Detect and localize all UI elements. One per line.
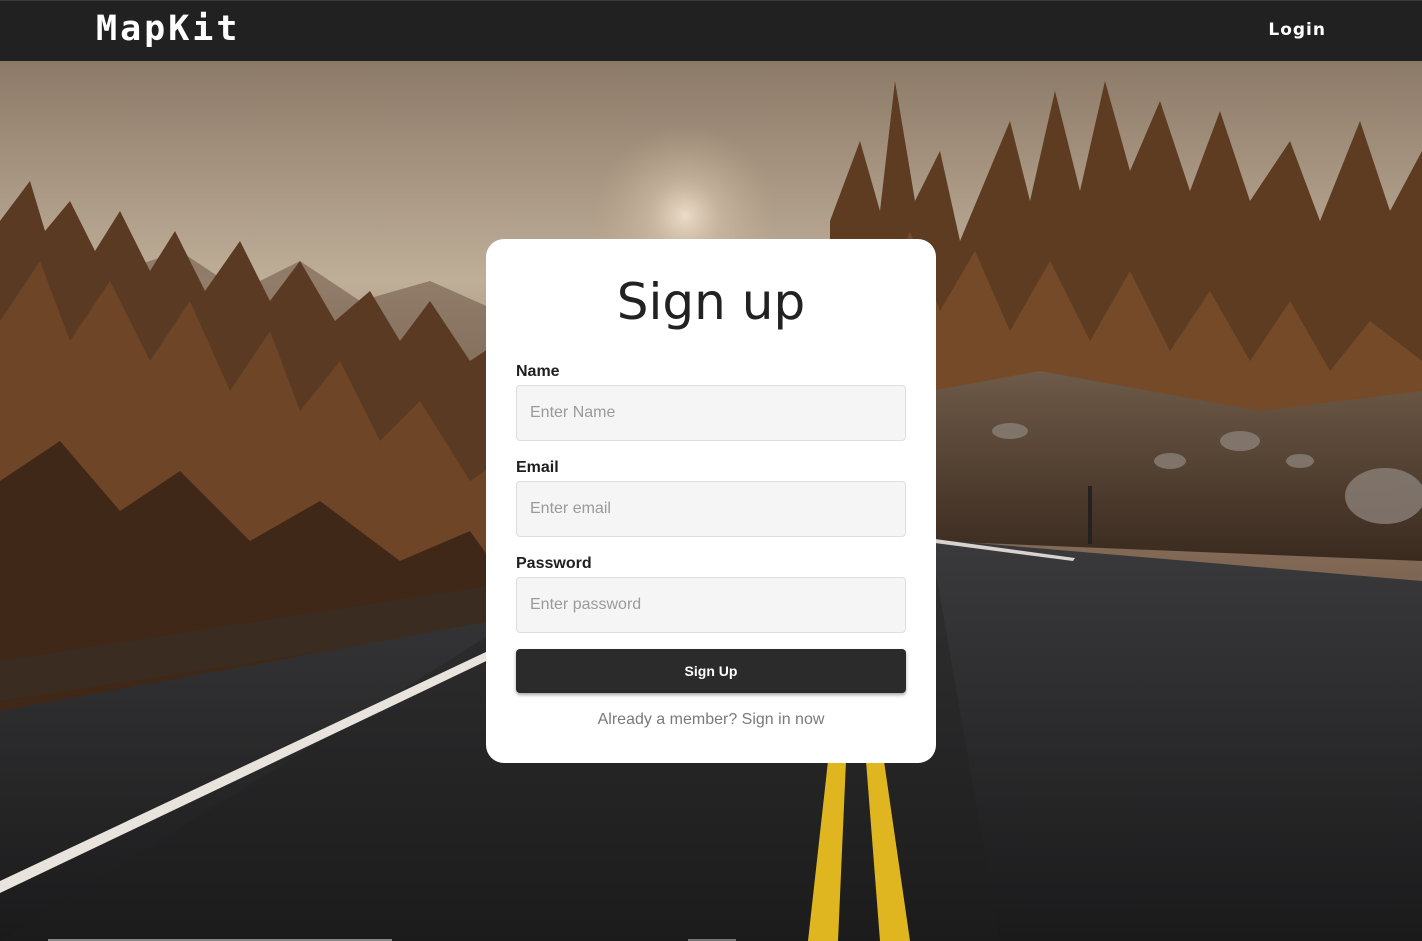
password-input[interactable] [516, 577, 906, 633]
signup-button[interactable]: Sign Up [516, 649, 906, 693]
brand-logo[interactable]: MapKit [96, 9, 240, 49]
email-label: Email [516, 459, 559, 476]
name-input[interactable] [516, 385, 906, 441]
email-input[interactable] [516, 481, 906, 537]
signup-card: Sign up Name Email Password Sign Up Alre… [486, 239, 936, 763]
top-navbar: MapKit Login [0, 0, 1422, 61]
signin-link[interactable]: Already a member? Sign in now [486, 711, 936, 729]
name-label: Name [516, 363, 560, 380]
signup-title: Sign up [616, 273, 806, 331]
password-label: Password [516, 555, 592, 572]
nav-login-link[interactable]: Login [1268, 20, 1326, 40]
